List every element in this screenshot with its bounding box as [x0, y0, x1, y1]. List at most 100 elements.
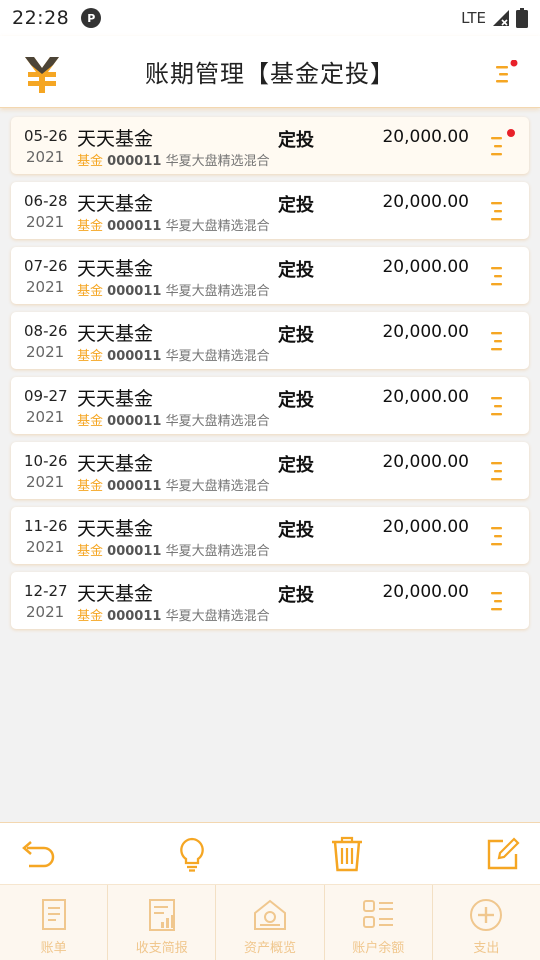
page-title: 账期管理【基金定投】	[145, 60, 395, 88]
record-name: 天天基金	[77, 583, 154, 605]
record-category: 基金	[77, 609, 104, 624]
record-name: 天天基金	[77, 128, 154, 150]
tab-expense[interactable]: 支出	[433, 885, 540, 960]
record-code: 000011	[107, 414, 162, 429]
record-fund: 华夏大盘精选混合	[165, 219, 270, 234]
record-date: 10-26	[24, 452, 68, 470]
record-name: 天天基金	[77, 518, 154, 540]
record-category: 基金	[77, 284, 104, 299]
tab-label-expense: 支出	[473, 941, 500, 956]
record-list: 05-26 2021 天天基金 基金 000011 华夏大盘精选混合 定投 20,000.…	[11, 117, 529, 637]
edit-button[interactable]	[484, 835, 522, 873]
record-fund: 华夏大盘精选混合	[165, 154, 270, 169]
record-type: 定投	[278, 585, 314, 606]
report-icon	[148, 899, 175, 931]
record-card[interactable]: 09-27 2021 天天基金 基金 000011 华夏大盘精选混合 定投 20,000.…	[11, 377, 529, 434]
record-menu-icon[interactable]	[491, 329, 505, 353]
record-amount: 20,000.00	[382, 582, 469, 602]
record-year: 2021	[26, 278, 65, 296]
record-menu-icon[interactable]	[491, 524, 505, 548]
record-amount: 20,000.00	[382, 127, 469, 147]
network-type: LTE	[461, 9, 486, 27]
record-type: 定投	[278, 520, 314, 541]
edit-icon	[487, 837, 520, 870]
record-menu-icon[interactable]	[491, 459, 505, 483]
record-subtitle: 基金 000011 华夏大盘精选混合	[77, 605, 270, 624]
record-year: 2021	[26, 213, 65, 231]
header-menu-icon[interactable]	[494, 60, 518, 88]
record-menu-icon[interactable]	[491, 394, 505, 418]
record-amount: 20,000.00	[382, 387, 469, 407]
record-fund: 华夏大盘精选混合	[165, 414, 270, 429]
battery-icon	[516, 8, 528, 28]
record-date: 05-26	[24, 127, 68, 145]
record-amount: 20,000.00	[382, 192, 469, 212]
tab-label-report: 收支简报	[135, 941, 188, 956]
record-fund: 华夏大盘精选混合	[165, 609, 270, 624]
record-fund: 华夏大盘精选混合	[165, 284, 270, 299]
record-code: 000011	[107, 479, 162, 494]
record-subtitle: 基金 000011 华夏大盘精选混合	[77, 150, 270, 169]
record-subtitle: 基金 000011 华夏大盘精选混合	[77, 345, 270, 364]
status-indicators: LTE	[461, 8, 528, 28]
record-menu-icon[interactable]	[491, 134, 505, 158]
back-button[interactable]	[18, 835, 56, 873]
record-code: 000011	[107, 219, 162, 234]
record-type: 定投	[278, 325, 314, 346]
bill-icon	[41, 899, 66, 930]
record-menu-icon[interactable]	[491, 199, 505, 223]
record-menu-icon[interactable]	[491, 264, 505, 288]
notification-dot	[507, 129, 515, 137]
record-category: 基金	[77, 349, 104, 364]
tab-balance[interactable]: 账户余额	[325, 885, 433, 960]
balance-icon	[363, 900, 394, 928]
add-expense-icon	[470, 899, 503, 931]
tips-button[interactable]	[173, 835, 211, 873]
record-menu-icon[interactable]	[491, 589, 505, 613]
record-category: 基金	[77, 154, 104, 169]
record-card[interactable]: 08-26 2021 天天基金 基金 000011 华夏大盘精选混合 定投 20,000.…	[11, 312, 529, 369]
record-amount: 20,000.00	[382, 257, 469, 277]
record-fund: 华夏大盘精选混合	[165, 479, 270, 494]
record-fund: 华夏大盘精选混合	[165, 349, 270, 364]
record-name: 天天基金	[77, 193, 154, 215]
record-subtitle: 基金 000011 华夏大盘精选混合	[77, 475, 270, 494]
record-card[interactable]: 06-28 2021 天天基金 基金 000011 华夏大盘精选混合 定投 20,000.…	[11, 182, 529, 239]
record-card[interactable]: 05-26 2021 天天基金 基金 000011 华夏大盘精选混合 定投 20,000.…	[11, 117, 529, 174]
trash-icon	[332, 836, 362, 872]
tab-label-assets: 资产概览	[244, 941, 297, 956]
record-subtitle: 基金 000011 华夏大盘精选混合	[77, 280, 270, 299]
record-card[interactable]: 07-26 2021 天天基金 基金 000011 华夏大盘精选混合 定投 20,000.…	[11, 247, 529, 304]
record-year: 2021	[26, 408, 65, 426]
signal-icon	[493, 10, 509, 26]
bottom-toolbar	[0, 822, 540, 884]
record-subtitle: 基金 000011 华夏大盘精选混合	[77, 215, 270, 234]
record-type: 定投	[278, 195, 314, 216]
record-date: 12-27	[24, 582, 68, 600]
tab-label-bill: 账单	[40, 941, 67, 956]
record-category: 基金	[77, 414, 104, 429]
yen-logo-icon[interactable]	[22, 54, 62, 94]
record-year: 2021	[26, 473, 65, 491]
record-card[interactable]: 12-27 2021 天天基金 基金 000011 华夏大盘精选混合 定投 20,000.…	[11, 572, 529, 629]
tab-bill[interactable]: 账单	[0, 885, 109, 960]
record-code: 000011	[107, 609, 162, 624]
record-subtitle: 基金 000011 华夏大盘精选混合	[77, 540, 270, 559]
record-name: 天天基金	[77, 258, 154, 280]
record-name: 天天基金	[77, 323, 154, 345]
record-year: 2021	[26, 603, 65, 621]
tab-label-balance: 账户余额	[352, 941, 405, 956]
delete-button[interactable]	[328, 835, 366, 873]
record-code: 000011	[107, 154, 162, 169]
record-category: 基金	[77, 219, 104, 234]
record-amount: 20,000.00	[382, 322, 469, 342]
record-card[interactable]: 10-26 2021 天天基金 基金 000011 华夏大盘精选混合 定投 20,000.…	[11, 442, 529, 499]
tab-report[interactable]: 收支简报	[108, 885, 217, 960]
record-subtitle: 基金 000011 华夏大盘精选混合	[77, 410, 270, 429]
record-name: 天天基金	[77, 388, 154, 410]
record-type: 定投	[278, 390, 314, 411]
record-code: 000011	[107, 349, 162, 364]
tab-assets[interactable]: 资产概览	[216, 885, 325, 960]
record-card[interactable]: 11-26 2021 天天基金 基金 000011 华夏大盘精选混合 定投 20,000.…	[11, 507, 529, 564]
notification-app-icon: P	[81, 8, 102, 28]
